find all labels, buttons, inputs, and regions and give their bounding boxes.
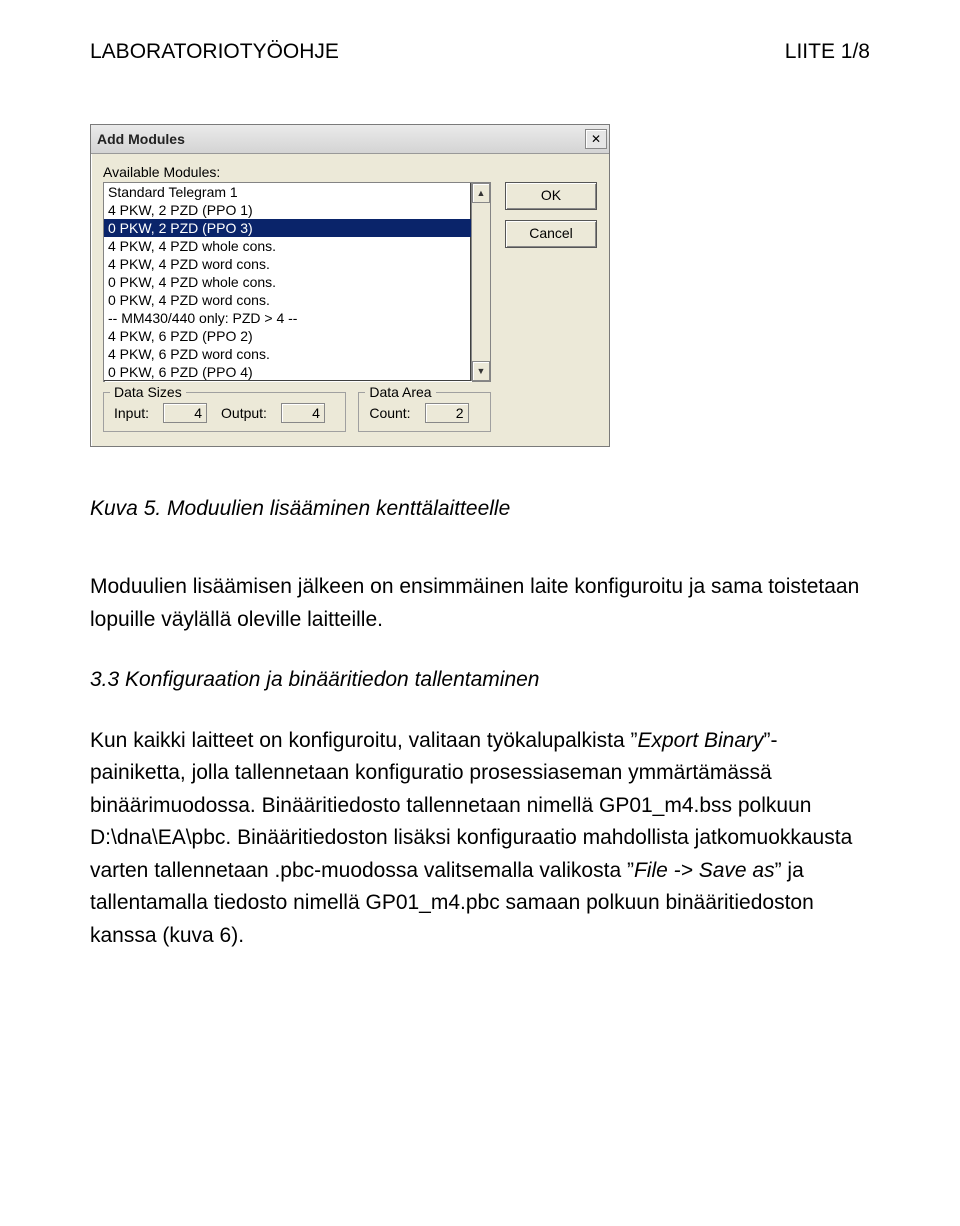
add-modules-dialog: Add Modules ✕ Available Modules: Standar… — [90, 124, 610, 447]
count-value: 2 — [425, 403, 469, 423]
list-item[interactable]: 4 PKW, 4 PZD whole cons. — [104, 237, 471, 255]
list-item[interactable]: -- MM430/440 only: PZD > 4 -- — [104, 309, 471, 327]
available-modules-listbox[interactable]: Standard Telegram 1 4 PKW, 2 PZD (PPO 1)… — [103, 182, 491, 382]
data-sizes-legend: Data Sizes — [110, 384, 186, 400]
scroll-up-button[interactable]: ▲ — [472, 183, 490, 203]
close-button[interactable]: ✕ — [585, 129, 607, 149]
data-sizes-group: Data Sizes Input: 4 Output: 4 — [103, 392, 346, 432]
figure-caption: Kuva 5. Moduulien lisääminen kenttälaitt… — [90, 497, 870, 521]
file-save-as-term: File -> Save as — [634, 859, 775, 882]
data-area-group: Data Area Count: 2 — [358, 392, 491, 432]
titlebar[interactable]: Add Modules ✕ — [91, 125, 609, 154]
paragraph-2-a: Kun kaikki laitteet on konfiguroitu, val… — [90, 729, 637, 752]
input-label: Input: — [114, 405, 149, 421]
list-item[interactable]: Standard Telegram 1 — [104, 183, 471, 201]
list-item[interactable]: 4 PKW, 2 PZD (PPO 1) — [104, 201, 471, 219]
export-binary-term: Export Binary — [637, 729, 763, 752]
list-item[interactable]: 0 PKW, 4 PZD whole cons. — [104, 273, 471, 291]
list-item[interactable]: 0 PKW, 6 PZD (PPO 4) — [104, 363, 471, 381]
paragraph-2: Kun kaikki laitteet on konfiguroitu, val… — [90, 725, 870, 953]
section-heading: 3.3 Konfiguraation ja binääritiedon tall… — [90, 664, 870, 697]
data-area-legend: Data Area — [365, 384, 435, 400]
chevron-down-icon: ▼ — [477, 366, 486, 376]
list-item[interactable]: 4 PKW, 6 PZD (PPO 2) — [104, 327, 471, 345]
scrollbar[interactable]: ▲ ▼ — [471, 183, 490, 381]
dialog-title: Add Modules — [97, 131, 185, 147]
paragraph-1: Moduulien lisäämisen jälkeen on ensimmäi… — [90, 571, 870, 636]
input-value: 4 — [163, 403, 207, 423]
ok-button[interactable]: OK — [505, 182, 597, 210]
header-right: LIITE 1/8 — [785, 40, 870, 64]
header-left: LABORATORIOTYÖOHJE — [90, 40, 339, 64]
close-icon: ✕ — [591, 133, 601, 145]
chevron-up-icon: ▲ — [477, 188, 486, 198]
output-label: Output: — [221, 405, 267, 421]
scroll-down-button[interactable]: ▼ — [472, 361, 490, 381]
available-modules-label: Available Modules: — [103, 164, 491, 180]
count-label: Count: — [369, 405, 410, 421]
list-item[interactable]: 0 PKW, 2 PZD (PPO 3) — [104, 219, 471, 237]
list-item[interactable]: 4 PKW, 4 PZD word cons. — [104, 255, 471, 273]
cancel-button[interactable]: Cancel — [505, 220, 597, 248]
page-header: LABORATORIOTYÖOHJE LIITE 1/8 — [90, 40, 870, 64]
list-item[interactable]: 4 PKW, 6 PZD word cons. — [104, 345, 471, 363]
output-value: 4 — [281, 403, 325, 423]
list-item[interactable]: 0 PKW, 4 PZD word cons. — [104, 291, 471, 309]
